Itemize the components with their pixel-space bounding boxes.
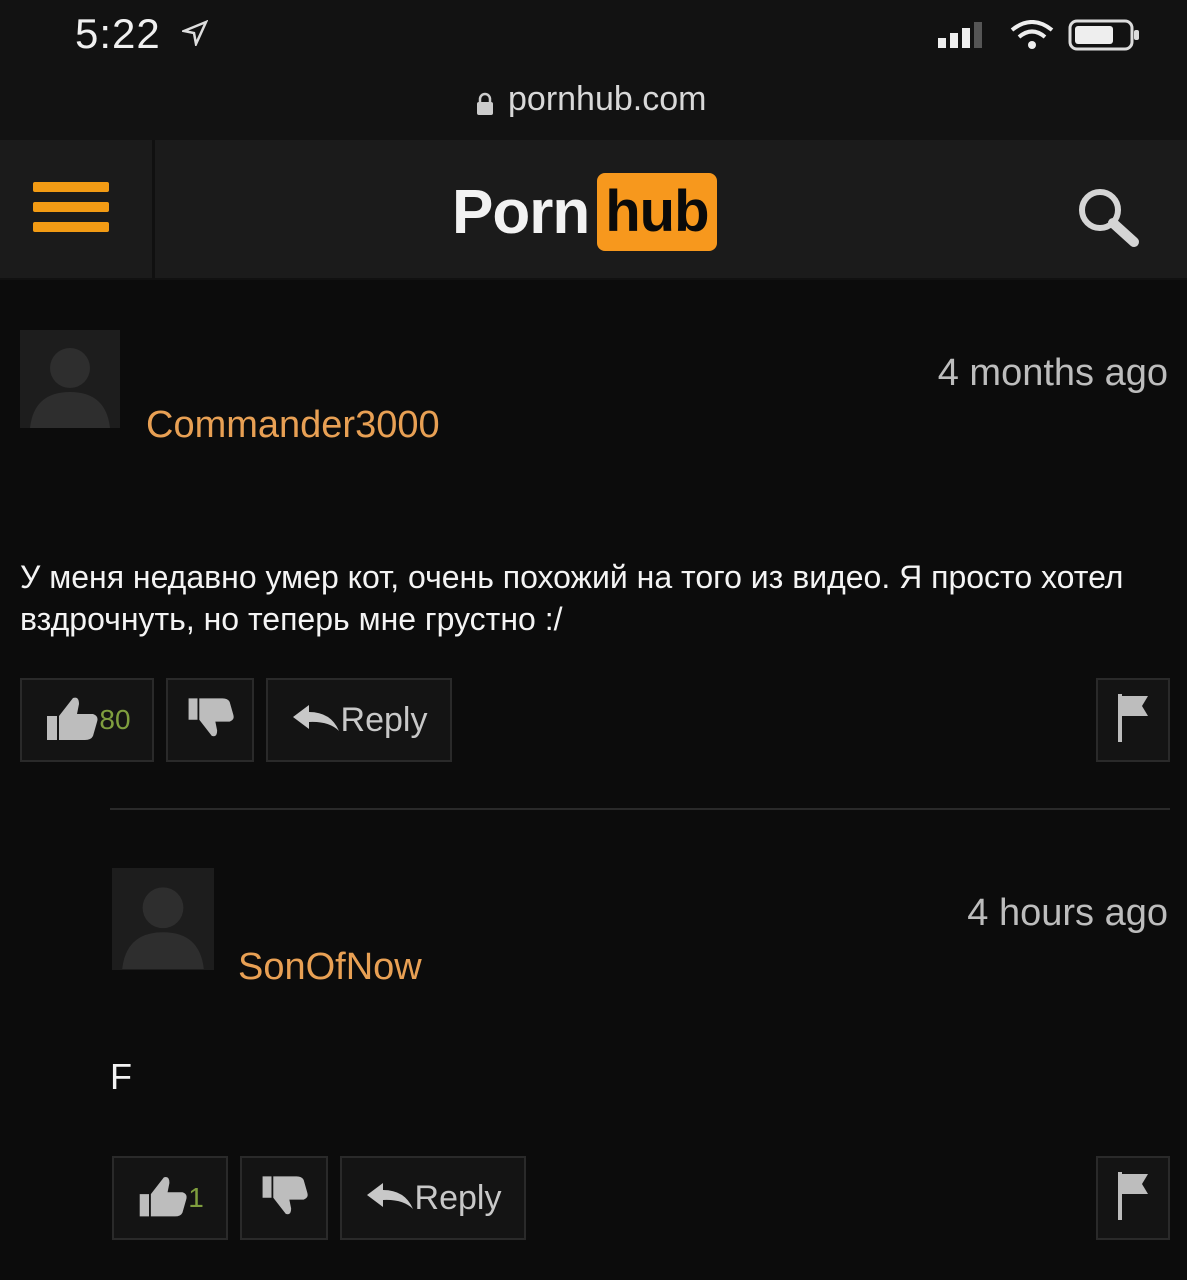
- comment-timestamp: 4 hours ago: [967, 892, 1168, 934]
- logo-text-right: hub: [597, 173, 717, 251]
- flag-icon: [1116, 692, 1150, 749]
- reply-arrow-icon: [291, 703, 341, 738]
- comment-divider: [110, 808, 1170, 810]
- thumbs-down-icon: [185, 694, 235, 747]
- logo-text-left: Porn: [452, 177, 590, 247]
- reply-arrow-icon: [365, 1181, 415, 1216]
- like-button[interactable]: 1: [112, 1156, 228, 1240]
- avatar[interactable]: [20, 330, 120, 428]
- like-button[interactable]: 80: [20, 678, 154, 762]
- comment-username[interactable]: Commander3000: [146, 404, 440, 447]
- thumbs-up-icon: [43, 694, 99, 747]
- comment-text: У меня недавно умер кот, очень похожий н…: [20, 559, 1124, 637]
- flag-icon: [1116, 1170, 1150, 1227]
- search-icon[interactable]: [1074, 188, 1154, 257]
- status-time: 5:22: [75, 10, 161, 57]
- comment-text: F: [110, 1056, 132, 1097]
- avatar-icon: [30, 348, 110, 428]
- dislike-button[interactable]: [240, 1156, 328, 1240]
- status-bar: 5:22: [0, 0, 1187, 70]
- flag-button[interactable]: [1096, 678, 1170, 762]
- thumbs-up-icon: [136, 1173, 188, 1224]
- avatar[interactable]: [112, 868, 214, 970]
- reply-button[interactable]: Reply: [266, 678, 452, 762]
- like-count: 1: [188, 1182, 204, 1213]
- avatar-icon: [122, 887, 204, 969]
- address-bar[interactable]: pornhub.com: [0, 70, 1187, 140]
- menu-button[interactable]: [0, 140, 155, 278]
- thumbs-down-icon: [259, 1172, 309, 1225]
- reply-button[interactable]: Reply: [340, 1156, 526, 1240]
- lock-icon: [476, 92, 494, 121]
- flag-button[interactable]: [1096, 1156, 1170, 1240]
- url-text[interactable]: pornhub.com: [508, 80, 706, 119]
- comment-timestamp: 4 months ago: [937, 352, 1168, 394]
- wifi-icon: [1010, 20, 1054, 55]
- dislike-button[interactable]: [166, 678, 254, 762]
- site-logo[interactable]: Porn hub: [452, 168, 717, 256]
- location-arrow-icon: [179, 19, 209, 51]
- site-header: Porn hub: [0, 140, 1187, 280]
- comment-username[interactable]: SonOfNow: [238, 946, 422, 989]
- battery-icon: [1068, 18, 1142, 57]
- like-count: 80: [99, 704, 131, 735]
- reply-label: Reply: [414, 1178, 502, 1217]
- reply-label: Reply: [340, 700, 428, 739]
- signal-icon: [938, 22, 994, 53]
- hamburger-menu-icon: [33, 182, 109, 242]
